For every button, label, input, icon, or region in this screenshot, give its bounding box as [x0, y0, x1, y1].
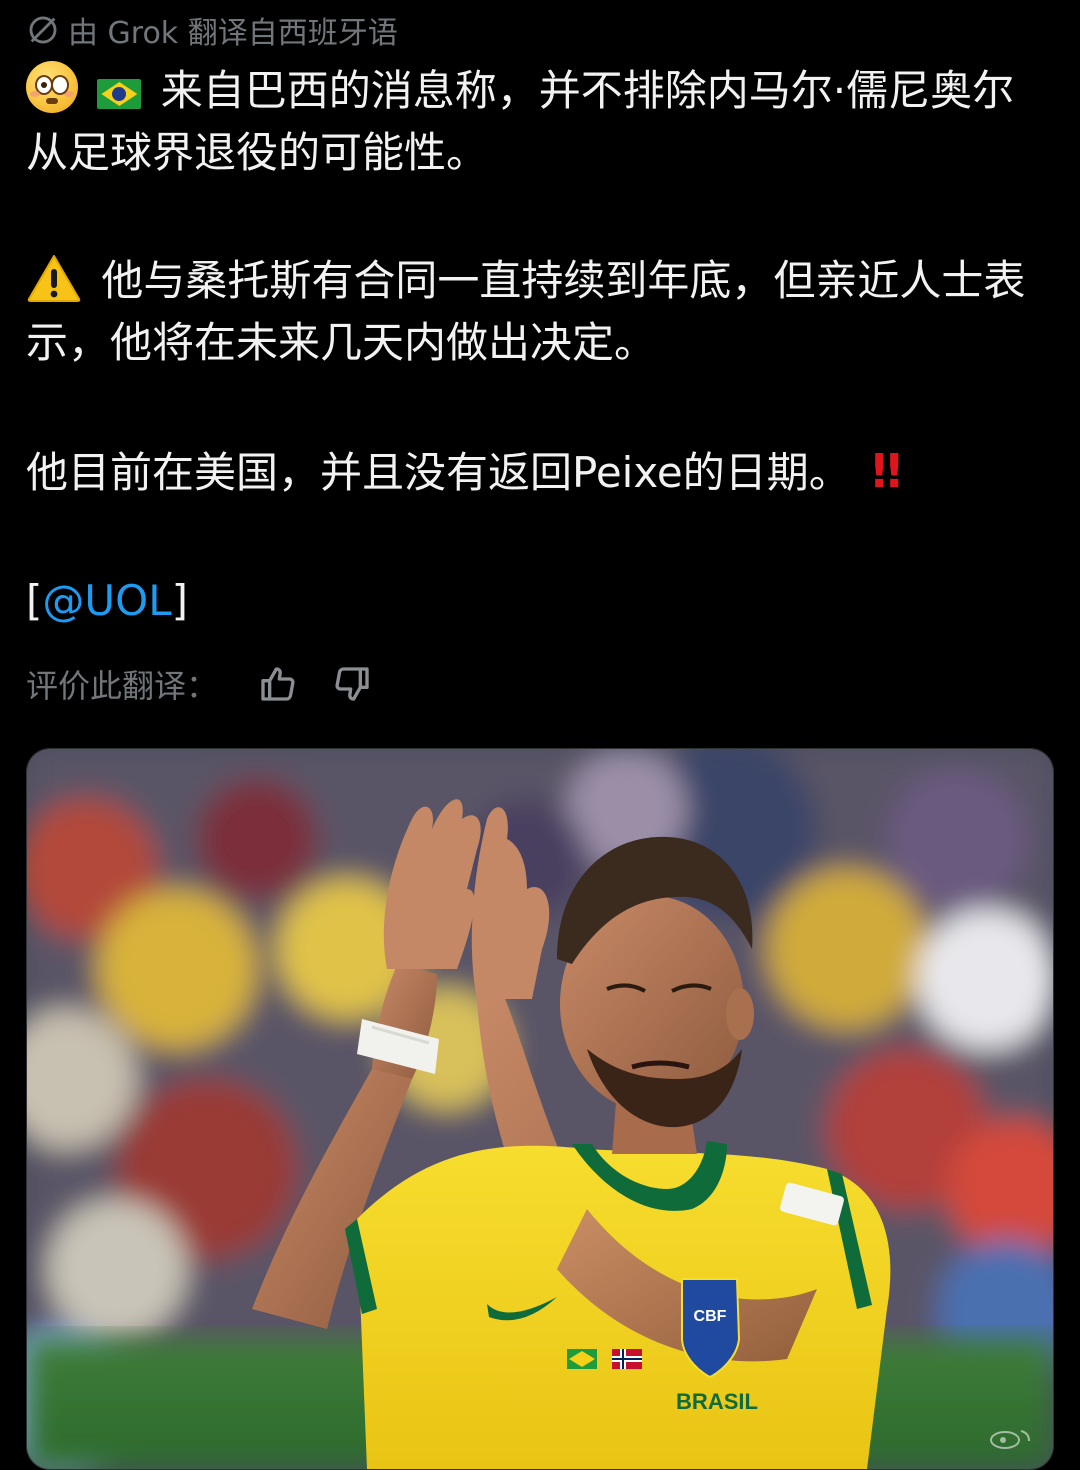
post-media-image[interactable]: CBF BRASIL [26, 748, 1054, 1470]
watermark [989, 1427, 1035, 1449]
warning-icon [27, 255, 81, 302]
rate-translation-label: 评价此翻译： [26, 667, 219, 705]
thumbs-up-icon[interactable] [258, 664, 298, 704]
thumbs-down-icon[interactable] [332, 664, 372, 704]
paragraph-4: [@UOL] [26, 570, 1056, 632]
flushed-face-icon [26, 61, 78, 113]
double-exclamation-icon: !! [868, 444, 905, 498]
globe-slash-icon [29, 16, 57, 44]
mention-link-uol[interactable]: @UOL [42, 576, 171, 625]
translation-header: 由 Grok 翻译自西班牙语 [26, 10, 398, 51]
close-bracket: ] [171, 576, 188, 625]
rate-translation-row: 评价此翻译： [26, 660, 372, 708]
paragraph-1: 来自巴西的消息称，并不排除内马尔·儒尼奥尔从足球界退役的可能性。 [26, 60, 1056, 184]
jersey-text: BRASIL [676, 1389, 758, 1414]
paragraph-2: 他与桑托斯有合同一直持续到年底，但亲近人士表示，他将在未来几天内做出决定。 [26, 250, 1056, 374]
translation-label: 由 Grok 翻译自西班牙语 [68, 16, 398, 51]
crest-text: CBF [694, 1308, 727, 1325]
paragraph-3: 他目前在美国，并且没有返回Peixe的日期。!! [26, 440, 1056, 504]
open-bracket: [ [26, 576, 43, 625]
post-body: 来自巴西的消息称，并不排除内马尔·儒尼奥尔从足球界退役的可能性。 他与桑托斯有合… [26, 60, 1056, 632]
brazil-flag-icon [97, 79, 142, 109]
paragraph-2-text: 他与桑托斯有合同一直持续到年底，但亲近人士表示，他将在未来几天内做出决定。 [26, 256, 1026, 367]
player-photo: CBF BRASIL [27, 749, 1053, 1469]
weibo-watermark-icon [990, 1430, 1030, 1449]
paragraph-3-text: 他目前在美国，并且没有返回Peixe的日期。 [26, 448, 851, 497]
paragraph-1-text: 来自巴西的消息称，并不排除内马尔·儒尼奥尔从足球界退役的可能性。 [26, 66, 1015, 177]
